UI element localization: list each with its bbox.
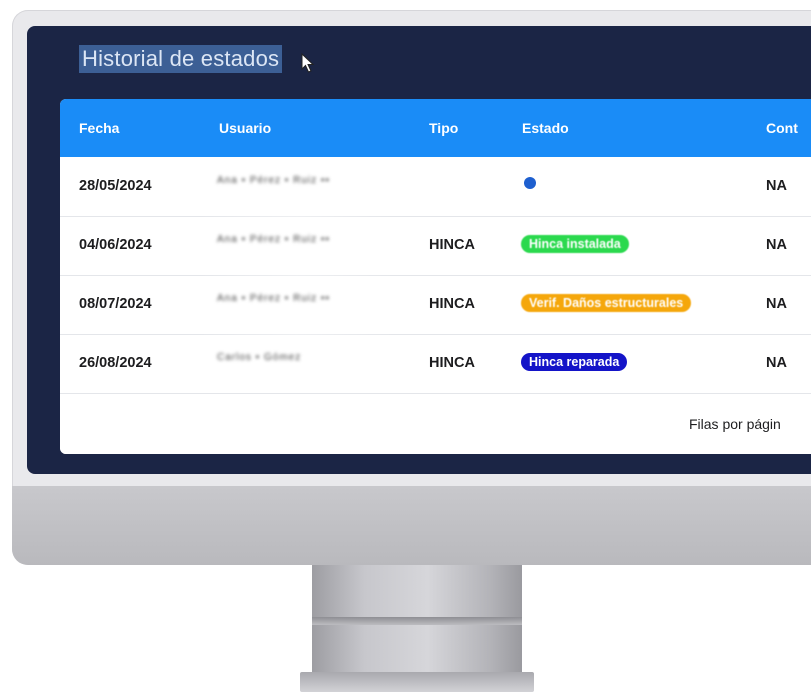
table-row[interactable]: 26/08/2024 Carlos ▪ Gómez HINCA Hinca re… — [60, 334, 811, 394]
cell-fecha: 28/05/2024 — [79, 178, 152, 194]
cell-tipo: HINCA — [429, 237, 475, 253]
cell-cont: NA — [766, 296, 787, 312]
cell-tipo: HINCA — [429, 296, 475, 312]
table-header: Fecha Usuario Tipo Estado Cont — [60, 99, 811, 157]
monitor-chin — [12, 486, 811, 565]
cell-usuario: Carlos ▪ Gómez — [217, 352, 302, 363]
status-badge: Hinca instalada — [521, 235, 629, 253]
status-badge: Hinca reparada — [521, 353, 628, 371]
column-header-tipo[interactable]: Tipo — [429, 120, 458, 136]
user-cell-mask — [197, 334, 397, 393]
status-history-table: Fecha Usuario Tipo Estado Cont 28/05/202… — [60, 99, 811, 454]
rows-per-page-label: Filas por págin — [689, 416, 781, 432]
cell-cont: NA — [766, 237, 787, 253]
column-header-estado[interactable]: Estado — [522, 120, 569, 136]
user-cell-mask — [197, 216, 397, 275]
table-row[interactable]: 04/06/2024 Ana ▪ Pérez ▪ Ruiz ▪▪ HINCA H… — [60, 216, 811, 276]
monitor-stand-base — [300, 672, 534, 692]
cell-fecha: 08/07/2024 — [79, 296, 152, 312]
cell-usuario: Ana ▪ Pérez ▪ Ruiz ▪▪ — [217, 293, 330, 304]
user-cell-mask — [197, 275, 397, 334]
page-title: Historial de estados — [79, 45, 283, 73]
cell-fecha: 04/06/2024 — [79, 237, 152, 253]
table-row[interactable]: 08/07/2024 Ana ▪ Pérez ▪ Ruiz ▪▪ HINCA V… — [60, 275, 811, 335]
cell-fecha: 26/08/2024 — [79, 355, 152, 371]
user-cell-mask — [197, 157, 397, 216]
cell-usuario: Ana ▪ Pérez ▪ Ruiz ▪▪ — [217, 234, 330, 245]
column-header-cont[interactable]: Cont — [766, 120, 798, 136]
cell-cont: NA — [766, 178, 787, 194]
table-row[interactable]: 28/05/2024 Ana ▪ Pérez ▪ Ruiz ▪▪ NA — [60, 157, 811, 217]
monitor-screen: Historial de estados Fecha Usuario Tipo … — [27, 26, 811, 474]
status-dot — [524, 177, 536, 189]
column-header-usuario[interactable]: Usuario — [219, 120, 271, 136]
status-badge: Verif. Daños estructurales — [521, 294, 692, 312]
table-footer: Filas por págin — [60, 394, 811, 454]
cell-usuario: Ana ▪ Pérez ▪ Ruiz ▪▪ — [217, 175, 330, 186]
column-header-fecha[interactable]: Fecha — [79, 120, 119, 136]
cell-cont: NA — [766, 355, 787, 371]
arrow-cursor-icon — [301, 53, 315, 73]
cell-tipo: HINCA — [429, 355, 475, 371]
